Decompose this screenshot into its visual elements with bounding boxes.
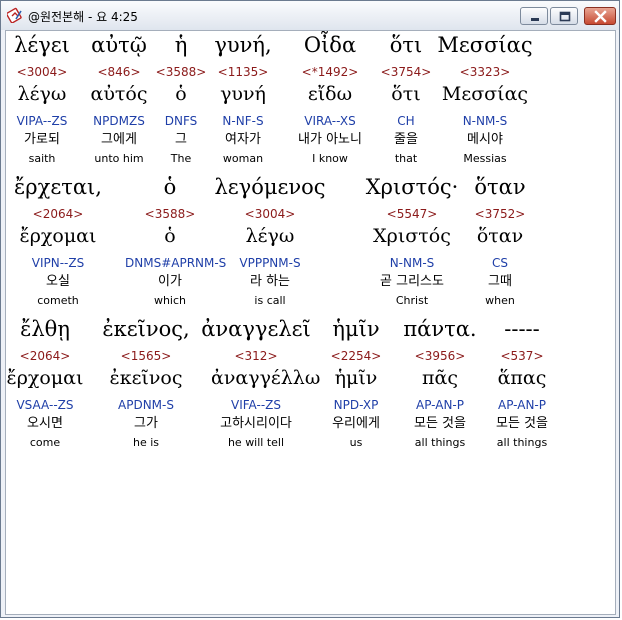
close-button[interactable] — [584, 7, 616, 25]
strong-number: <1565> — [120, 349, 172, 363]
lexical-form: ὅτι — [391, 83, 421, 105]
lexical-form: ἡμῖν — [334, 367, 378, 389]
english-gloss: us — [349, 436, 363, 449]
lexical-form: γυνή — [220, 83, 266, 105]
strong-number: <3004> — [244, 207, 296, 221]
bible-app-icon[interactable] — [5, 7, 23, 24]
minimize-button[interactable] — [520, 7, 548, 25]
english-gloss: Messias — [463, 152, 507, 165]
english-gloss: he is — [132, 436, 160, 449]
interlinear-view[interactable]: λέγει <3004> λέγω VIPA--ZS 가로되 saith αὐτῷ <846>… — [5, 30, 616, 615]
morphology-code: CS — [492, 256, 508, 270]
morphology-code: NPD-XP — [333, 398, 379, 412]
morphology-code: DNMS#APRNM-S — [125, 256, 227, 270]
korean-gloss: 고하시리이다 — [220, 416, 292, 431]
morphology-code: AP-AN-P — [498, 398, 546, 412]
lexical-form: πᾶς — [422, 367, 458, 389]
strong-number: <537> — [500, 349, 544, 363]
title-bar[interactable]: @원전본해 - 요 4:25 — [1, 1, 619, 30]
english-gloss: cometh — [37, 294, 79, 307]
lexical-form: ἔρχομαι — [19, 225, 97, 247]
app-window: @원전본해 - 요 4:25 λέγει <3004> λέγω VIPA--ZS 가로… — [0, 0, 620, 618]
maximize-icon — [559, 11, 571, 22]
strong-number: <3754> — [380, 65, 432, 79]
english-gloss: woman — [222, 152, 264, 165]
strong-number: <2064> — [32, 207, 84, 221]
window-title: @원전본해 - 요 4:25 — [28, 10, 138, 24]
strong-number: <2254> — [330, 349, 382, 363]
english-gloss: come — [29, 436, 61, 449]
morphology-code: VIPN--ZS — [31, 256, 85, 270]
greek-word[interactable]: ὅταν — [440, 175, 560, 199]
english-gloss: which — [153, 294, 187, 307]
korean-gloss: 그가 — [134, 416, 158, 431]
greek-word[interactable]: ἔρχεται, — [6, 175, 118, 199]
lexical-form: ὁ — [164, 225, 176, 247]
morphology-code: APDNM-S — [118, 398, 174, 412]
english-gloss: is call — [254, 294, 286, 307]
english-gloss: when — [485, 294, 515, 307]
lexical-form: ὅταν — [476, 225, 524, 247]
korean-gloss: 이가 — [158, 274, 182, 289]
maximize-button[interactable] — [550, 7, 578, 25]
strong-number: <2064> — [19, 349, 71, 363]
lexical-form: ἅπας — [497, 367, 547, 389]
strong-number: <3588> — [144, 207, 196, 221]
morphology-code: VSAA--ZS — [16, 398, 74, 412]
korean-gloss: 모든 것을 — [496, 416, 548, 431]
close-icon — [594, 10, 607, 23]
korean-gloss: 곧 그리스도 — [380, 274, 444, 289]
lexical-form: ἔρχομαι — [6, 367, 84, 389]
lexical-form: λέγω — [245, 225, 295, 247]
english-gloss: he will tell — [227, 436, 285, 449]
greek-word[interactable]: ----- — [462, 317, 582, 341]
english-gloss: Christ — [395, 294, 429, 307]
korean-gloss: 여자가 — [225, 132, 261, 147]
morphology-code: VPPPNM-S — [239, 256, 301, 270]
korean-gloss: 라 하는 — [249, 274, 290, 289]
strong-number: <3323> — [459, 65, 511, 79]
greek-word[interactable]: ἐκεῖνος, — [86, 317, 206, 341]
morphology-code: VIFA--ZS — [231, 398, 281, 412]
korean-gloss: 오실 — [46, 274, 70, 289]
lexical-form: ἀναγγέλλω — [211, 367, 321, 389]
morphology-code: N-NF-S — [222, 114, 264, 128]
strong-number: <3956> — [414, 349, 466, 363]
lexical-form: ἐκεῖνος — [109, 367, 183, 389]
lexical-form: Χριστός — [373, 225, 451, 247]
morphology-code: AP-AN-P — [416, 398, 464, 412]
greek-word[interactable]: λεγόμενος — [210, 175, 330, 199]
minimize-icon — [531, 18, 539, 21]
korean-gloss: 메시야 — [467, 132, 503, 147]
strong-number: <312> — [234, 349, 278, 363]
greek-word[interactable]: Μεσσίας — [425, 33, 545, 57]
english-gloss: all things — [414, 436, 466, 449]
korean-gloss: 오시면 — [27, 416, 63, 431]
korean-gloss: 우리에게 — [332, 416, 380, 431]
strong-number: <1135> — [217, 65, 269, 79]
korean-gloss: 모든 것을 — [414, 416, 466, 431]
english-gloss: all things — [496, 436, 548, 449]
morphology-code: N-NM-S — [389, 256, 435, 270]
morphology-code: N-NM-S — [462, 114, 508, 128]
strong-number: <3752> — [474, 207, 526, 221]
morphology-code: CH — [397, 114, 415, 128]
english-gloss: that — [394, 152, 418, 165]
lexical-form: Μεσσίας — [441, 83, 529, 105]
strong-number: <5547> — [386, 207, 438, 221]
korean-gloss: 그때 — [488, 274, 512, 289]
korean-gloss: 줄을 — [394, 132, 418, 147]
